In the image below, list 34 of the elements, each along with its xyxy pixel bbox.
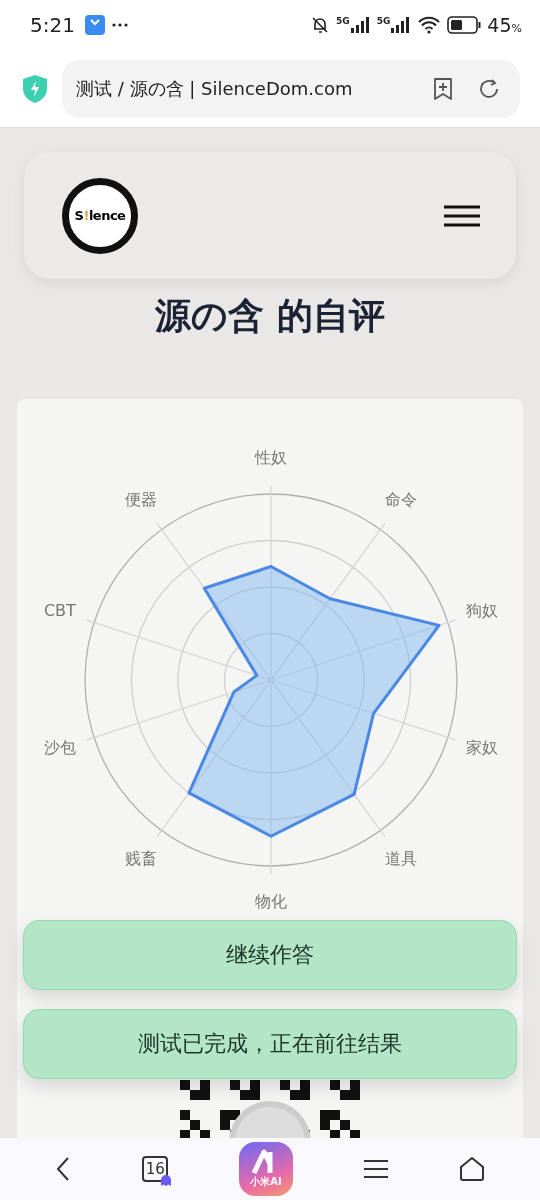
shield-icon: [22, 73, 48, 104]
menu-icon[interactable]: [444, 204, 480, 227]
axis-label: 命令: [385, 489, 417, 509]
refresh-icon[interactable]: [478, 77, 500, 100]
page-title: 源の含 的自评: [154, 294, 386, 338]
axis-label: CBT: [43, 600, 76, 620]
axis-label: 贱畜: [124, 849, 156, 869]
status-time: 5:21: [30, 13, 75, 37]
toast-message[interactable]: 继续作答: [23, 920, 517, 990]
axis-label: 狗奴: [465, 600, 498, 620]
signal-icon: [391, 17, 412, 33]
battery-level: 45%: [487, 14, 522, 36]
axis-label: 性奴: [254, 447, 287, 467]
home-icon[interactable]: [458, 1156, 485, 1182]
address-field[interactable]: 测试 / 源の含 | SilenceDom.com: [62, 59, 520, 118]
app-notification-icon: [84, 15, 105, 35]
url-text: 测试 / 源の含 | SilenceDom.com: [76, 76, 353, 101]
network-label: 5G: [376, 16, 391, 26]
axis-label: 便器: [124, 489, 156, 509]
logo[interactable]: S!lence: [62, 177, 138, 254]
axis-label: 道具: [385, 849, 417, 869]
menu-icon[interactable]: [363, 1159, 388, 1179]
ghost-icon: [160, 1174, 173, 1186]
back-icon[interactable]: [55, 1156, 72, 1182]
network-label: 5G: [336, 16, 350, 26]
axis-label: 沙包: [43, 738, 76, 758]
axis-label: 物化: [254, 891, 287, 911]
toast-message[interactable]: 测试已完成，正在前往结果: [23, 1009, 517, 1079]
battery-icon: [447, 16, 482, 34]
signal-icon: [350, 17, 371, 33]
bookmark-add-icon[interactable]: [432, 76, 454, 101]
axis-label: 家奴: [465, 738, 498, 758]
wifi-icon: [417, 16, 442, 34]
more-icon: [110, 22, 129, 28]
